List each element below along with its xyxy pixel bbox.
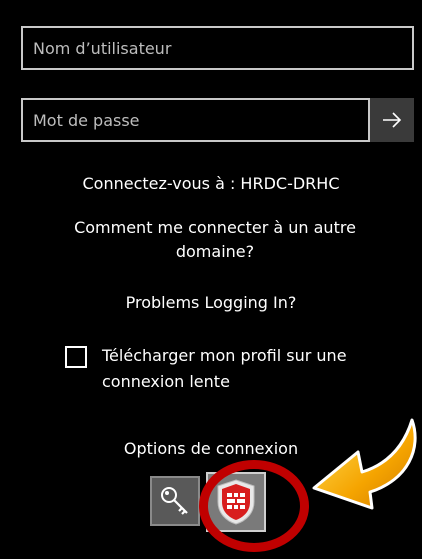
problems-logging-in-link[interactable]: Problems Logging In? — [0, 291, 422, 315]
slow-connection-checkbox[interactable] — [65, 346, 87, 368]
submit-button[interactable] — [370, 98, 414, 142]
shield-icon — [217, 479, 255, 525]
key-icon — [161, 487, 188, 515]
username-field[interactable] — [21, 26, 414, 70]
other-domain-link[interactable]: Comment me connecter à un autre domaine? — [55, 216, 375, 264]
password-input[interactable] — [23, 100, 368, 140]
shield-signin-option[interactable] — [206, 472, 266, 532]
pointer-arrow-icon — [312, 418, 417, 510]
slow-connection-label[interactable]: Télécharger mon profil sur une connexion… — [102, 343, 402, 395]
key-signin-option[interactable] — [150, 476, 200, 526]
arrow-right-icon — [383, 112, 402, 128]
connect-to-domain-text: Connectez-vous à : HRDC-DRHC — [82, 174, 340, 193]
username-input[interactable] — [23, 28, 412, 68]
password-field[interactable] — [21, 98, 370, 142]
